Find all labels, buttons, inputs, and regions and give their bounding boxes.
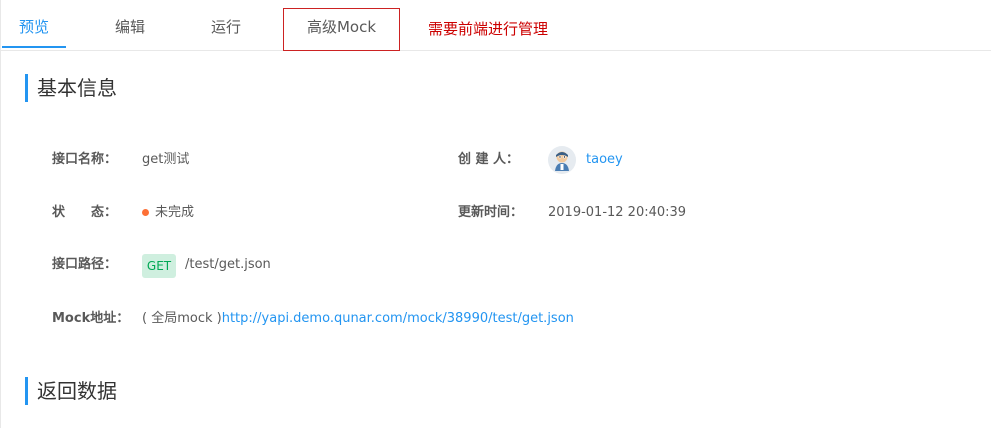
- mock-address-label: Mock地址：: [52, 311, 130, 326]
- tab-run[interactable]: 运行: [194, 8, 258, 48]
- left-border: [0, 0, 1, 428]
- api-path-label: 接口路径：: [52, 257, 118, 272]
- status-dot-icon: [142, 209, 149, 216]
- api-detail-page: 预览 编辑 运行 高级Mock 需要前端进行管理 基本信息 接口名称： get测…: [0, 0, 991, 428]
- user-avatar[interactable]: [548, 146, 576, 174]
- tab-edit[interactable]: 编辑: [98, 8, 162, 48]
- updated-time-label: 更新时间：: [458, 205, 524, 220]
- tab-preview[interactable]: 预览: [2, 8, 66, 48]
- section-title-return-data: 返回数据: [37, 379, 117, 403]
- status-value: 未完成: [155, 205, 195, 220]
- creator-label: 创 建 人：: [458, 152, 520, 167]
- section-title-basic-info: 基本信息: [37, 76, 117, 100]
- avatar-icon: [548, 146, 576, 174]
- method-badge: GET: [142, 254, 176, 278]
- active-tab-indicator: [2, 46, 66, 48]
- creator-link[interactable]: taoey: [586, 150, 623, 170]
- annotation-highlight-box: [283, 8, 400, 51]
- section-accent-bar: [25, 74, 28, 102]
- mock-scope-prefix: ( 全局mock ): [142, 311, 222, 326]
- api-name-value: get测试: [142, 152, 190, 167]
- section-accent-bar: [25, 377, 28, 405]
- updated-time-value: 2019-01-12 20:40:39: [548, 205, 687, 220]
- api-path-value: /test/get.json: [185, 257, 271, 272]
- mock-url-link[interactable]: http://yapi.demo.qunar.com/mock/38990/te…: [222, 311, 574, 326]
- status-label: 状 态：: [52, 205, 118, 220]
- mock-address-row: ( 全局mock )http://yapi.demo.qunar.com/moc…: [142, 309, 574, 329]
- annotation-note: 需要前端进行管理: [428, 20, 549, 38]
- api-name-label: 接口名称：: [52, 152, 118, 167]
